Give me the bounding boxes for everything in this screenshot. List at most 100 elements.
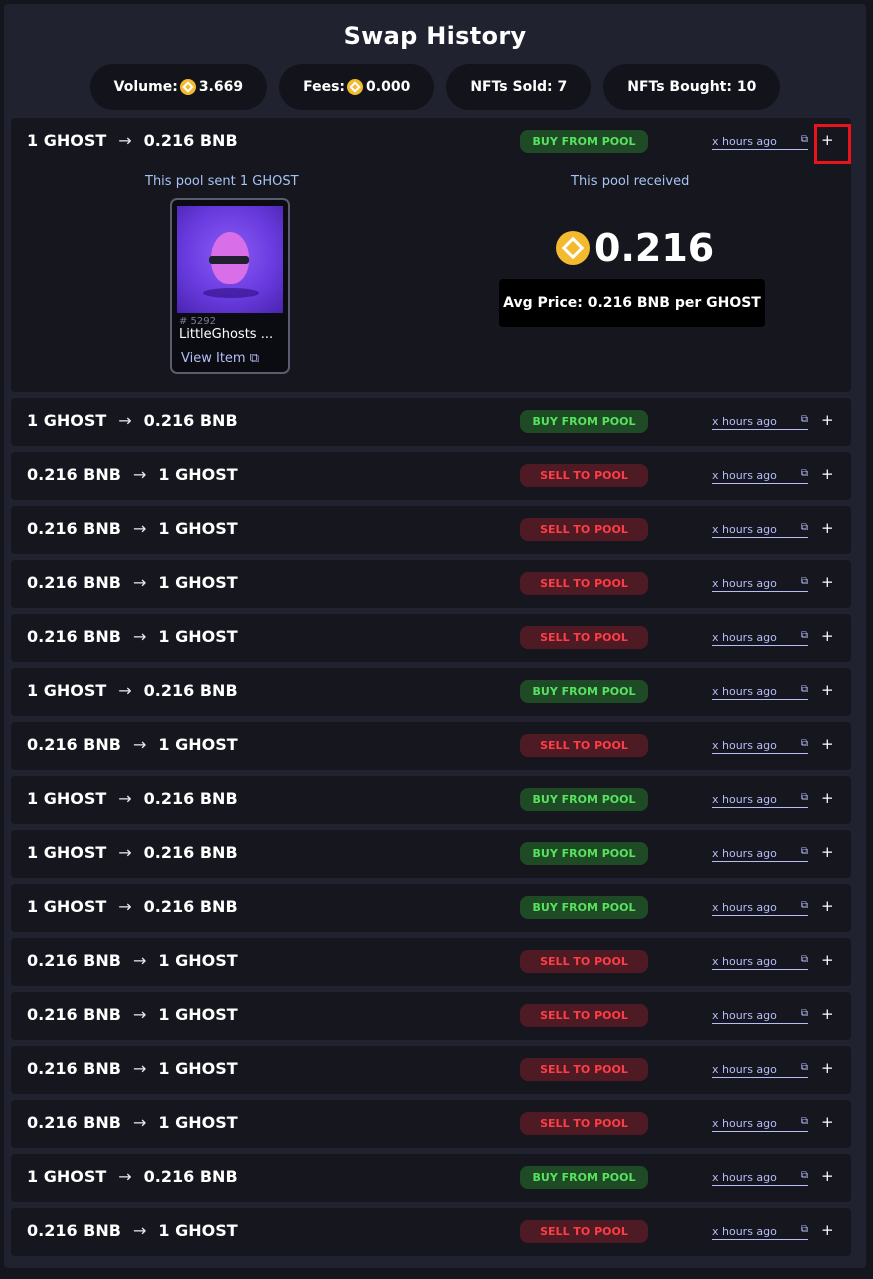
swap-from: 1 GHOST [27, 897, 107, 916]
swap-from: 1 GHOST [27, 131, 107, 150]
swap-type-badge: BUY FROM POOL [520, 1166, 648, 1189]
swap-type-badge: SELL TO POOL [520, 1058, 648, 1081]
external-link-icon: ⧉ [800, 630, 808, 641]
bnb-coin-icon [556, 231, 590, 265]
timestamp-link[interactable]: x hours ago ⧉ [712, 1116, 808, 1132]
swap-row-header[interactable]: 0.216 BNB → 1 GHOST SELL TO POOL x hours ago… [11, 560, 851, 608]
expand-button[interactable]: + [821, 1221, 834, 1239]
swap-type-badge: BUY FROM POOL [520, 842, 648, 865]
swap-type-badge: SELL TO POOL [520, 950, 648, 973]
expand-button[interactable]: + [821, 1113, 834, 1131]
swap-to: 1 GHOST [158, 627, 238, 646]
timestamp-text: x hours ago [712, 631, 777, 644]
swap-row-header[interactable]: 0.216 BNB → 1 GHOST SELL TO POOL x hours ago… [11, 722, 851, 770]
external-link-icon: ⧉ [800, 414, 808, 425]
swap-summary: 1 GHOST → 0.216 BNB [27, 843, 238, 862]
expand-button[interactable]: + [821, 519, 834, 537]
swap-from: 1 GHOST [27, 843, 107, 862]
swap-row-header[interactable]: 0.216 BNB → 1 GHOST SELL TO POOL x hours ago… [11, 452, 851, 500]
swap-type-badge: BUY FROM POOL [520, 680, 648, 703]
timestamp-link[interactable]: x hours ago ⧉ [712, 1170, 808, 1186]
nft-name: LittleGhosts ... [179, 327, 274, 342]
swap-row-header[interactable]: 0.216 BNB → 1 GHOST SELL TO POOL x hours ago… [11, 938, 851, 986]
swap-row-header[interactable]: 1 GHOST → 0.216 BNB BUY FROM POOL x hours ag… [11, 776, 851, 824]
timestamp-link[interactable]: x hours ago ⧉ [712, 630, 808, 646]
swap-type-badge: SELL TO POOL [520, 518, 648, 541]
timestamp-link[interactable]: x hours ago ⧉ [712, 738, 808, 754]
swap-row-header[interactable]: 1 GHOST → 0.216 BNB BUY FROM POOL x hours ag… [11, 830, 851, 878]
swap-row: 0.216 BNB → 1 GHOST SELL TO POOL x hours ago… [11, 560, 851, 608]
swap-row: 0.216 BNB → 1 GHOST SELL TO POOL x hours ago… [11, 1100, 851, 1148]
swap-to: 1 GHOST [158, 519, 238, 538]
expand-button[interactable]: + [821, 951, 834, 969]
timestamp-link[interactable]: x hours ago ⧉ [712, 846, 808, 862]
swap-row: 0.216 BNB → 1 GHOST SELL TO POOL x hours ago… [11, 1208, 851, 1256]
swap-row-header[interactable]: 0.216 BNB → 1 GHOST SELL TO POOL x hours ago… [11, 1046, 851, 1094]
expand-button[interactable]: + [821, 735, 834, 753]
timestamp-link[interactable]: x hours ago ⧉ [712, 414, 808, 430]
timestamp-text: x hours ago [712, 1171, 777, 1184]
timestamp-link[interactable]: x hours ago ⧉ [712, 684, 808, 700]
swap-from: 0.216 BNB [27, 1113, 121, 1132]
swap-summary: 0.216 BNB → 1 GHOST [27, 1059, 238, 1078]
timestamp-text: x hours ago [712, 523, 777, 536]
swap-row-header[interactable]: 1 GHOST → 0.216 BNB BUY FROM POOL x hours ag… [11, 398, 851, 446]
timestamp-text: x hours ago [712, 1117, 777, 1130]
timestamp-text: x hours ago [712, 901, 777, 914]
expand-button[interactable]: + [821, 1005, 834, 1023]
swap-summary: 0.216 BNB → 1 GHOST [27, 627, 238, 646]
swap-row-header[interactable]: 0.216 BNB → 1 GHOST SELL TO POOL x hours ago… [11, 992, 851, 1040]
external-link-icon: ⧉ [800, 846, 808, 857]
expand-button[interactable]: + [821, 789, 834, 807]
expand-button[interactable]: + [821, 465, 834, 483]
bnb-coin-icon [179, 79, 196, 95]
external-link-icon: ⧉ [800, 1116, 808, 1127]
timestamp-text: x hours ago [712, 415, 777, 428]
swap-row-header[interactable]: 1 GHOST → 0.216 BNB BUY FROM POOL x hours ag… [11, 884, 851, 932]
expand-button[interactable]: + [821, 1167, 834, 1185]
swap-to: 0.216 BNB [143, 1167, 238, 1186]
expand-button[interactable]: + [821, 681, 834, 699]
swap-to: 0.216 BNB [143, 897, 238, 916]
view-item-link[interactable]: View Item ⧉ [181, 351, 259, 366]
arrow-right-icon: → [118, 681, 132, 700]
timestamp-link[interactable]: x hours ago ⧉ [712, 1008, 808, 1024]
stat-label: Volume: [113, 79, 178, 95]
swap-row-header[interactable]: 1 GHOST → 0.216 BNB BUY FROM POOL x hours ag… [11, 1154, 851, 1202]
timestamp-link[interactable]: x hours ago ⧉ [712, 1062, 808, 1078]
expand-button[interactable]: + [821, 573, 834, 591]
swap-from: 1 GHOST [27, 1167, 107, 1186]
timestamp-link[interactable]: x hours ago ⧉ [712, 576, 808, 592]
arrow-right-icon: → [132, 627, 147, 646]
timestamp-link[interactable]: x hours ago ⧉ [712, 792, 808, 808]
expand-button[interactable]: + [821, 627, 834, 645]
swap-summary: 0.216 BNB → 1 GHOST [27, 735, 238, 754]
timestamp-link[interactable]: x hours ago ⧉ [712, 468, 808, 484]
swap-summary: 1 GHOST → 0.216 BNB [27, 789, 238, 808]
external-link-icon: ⧉ [800, 900, 808, 911]
timestamp-link[interactable]: x hours ago ⧉ [712, 900, 808, 916]
swap-row-header[interactable]: 1 GHOST → 0.216 BNB BUY FROM POOL x hours ag… [11, 118, 851, 166]
swap-row-header[interactable]: 0.216 BNB → 1 GHOST SELL TO POOL x hours ago… [11, 1208, 851, 1256]
swap-row: 0.216 BNB → 1 GHOST SELL TO POOL x hours ago… [11, 1046, 851, 1094]
highlight-box [814, 124, 851, 164]
swap-to: 1 GHOST [158, 951, 238, 970]
expand-button[interactable]: + [821, 843, 834, 861]
swap-row: 1 GHOST → 0.216 BNB BUY FROM POOL x hours ag… [11, 398, 851, 446]
swap-row-header[interactable]: 0.216 BNB → 1 GHOST SELL TO POOL x hours ago… [11, 1100, 851, 1148]
expand-button[interactable]: + [821, 411, 834, 429]
expand-button[interactable]: + [821, 897, 834, 915]
swap-row: 1 GHOST → 0.216 BNB BUY FROM POOL x hours ag… [11, 118, 851, 392]
nft-card[interactable]: # 5292 LittleGhosts ... View Item ⧉ [170, 198, 290, 374]
expand-button[interactable]: + [821, 1059, 834, 1077]
timestamp-link[interactable]: x hours ago ⧉ [712, 954, 808, 970]
timestamp-link[interactable]: x hours ago ⧉ [712, 522, 808, 538]
swap-row-header[interactable]: 1 GHOST → 0.216 BNB BUY FROM POOL x hours ag… [11, 668, 851, 716]
swap-row-header[interactable]: 0.216 BNB → 1 GHOST SELL TO POOL x hours ago… [11, 506, 851, 554]
avg-price-box: Avg Price: 0.216 BNB per GHOST [499, 279, 765, 327]
swap-summary: 0.216 BNB → 1 GHOST [27, 1221, 238, 1240]
swap-row-header[interactable]: 0.216 BNB → 1 GHOST SELL TO POOL x hours ago… [11, 614, 851, 662]
arrow-right-icon: → [118, 843, 132, 862]
timestamp-link[interactable]: x hours ago ⧉ [712, 134, 808, 150]
timestamp-link[interactable]: x hours ago ⧉ [712, 1224, 808, 1240]
